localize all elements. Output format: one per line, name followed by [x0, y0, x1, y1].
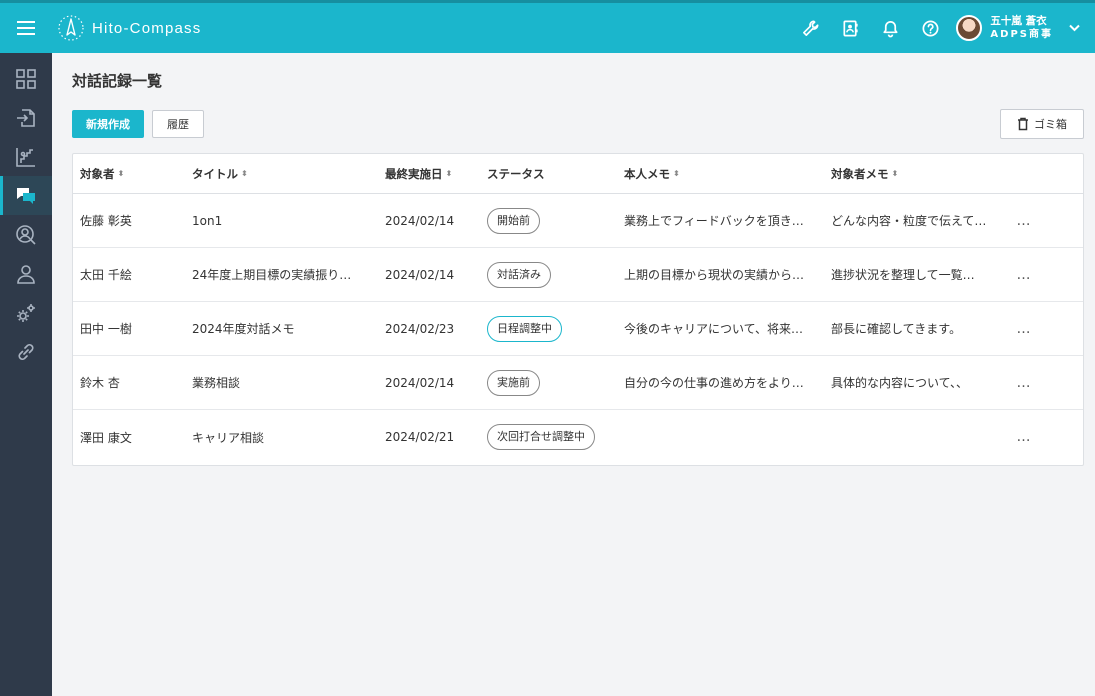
sort-icon: ⬍	[891, 168, 899, 178]
row-target-memo: どんな内容・粒度で伝えて…	[831, 214, 987, 228]
app-header: Hito-Compass 五十嵐 蒼衣 ADPS商事	[0, 0, 1095, 53]
row-target: 佐藤 彰英	[80, 214, 132, 228]
row-self-memo: 上期の目標から現状の実績から…	[624, 268, 805, 282]
table-row[interactable]: 佐藤 彰英 1on1 2024/02/14 開始前 業務上でフィードバックを頂き…	[73, 194, 1083, 248]
row-date: 2024/02/14	[385, 267, 455, 282]
user-icon	[17, 264, 35, 284]
row-date: 2024/02/23	[385, 321, 455, 336]
app-logo[interactable]: Hito-Compass	[56, 13, 201, 43]
row-title: 2024年度対話メモ	[192, 322, 295, 336]
history-button[interactable]: 履歴	[152, 110, 204, 138]
more-horizontal-icon: …	[1016, 429, 1032, 445]
trash-icon	[1018, 117, 1028, 131]
sidebar-item-dashboard[interactable]	[0, 59, 52, 98]
help-icon[interactable]	[910, 3, 950, 53]
dashboard-icon	[16, 68, 36, 89]
sort-icon: ⬍	[117, 168, 125, 178]
bell-icon[interactable]	[870, 3, 910, 53]
row-title: 24年度上期目標の実績振り…	[192, 268, 352, 282]
column-header-date[interactable]: 最終実施日 ⬍	[385, 154, 480, 193]
row-target: 太田 千絵	[80, 268, 132, 282]
growth-chart-icon	[16, 147, 35, 167]
row-self-memo: 自分の今の仕事の進め方をより…	[624, 376, 804, 390]
user-company: ADPS商事	[990, 29, 1053, 40]
row-more-menu-button[interactable]: …	[1009, 356, 1039, 409]
table-row[interactable]: 澤田 康文 キャリア相談 2024/02/21 次回打合せ調整中 …	[73, 410, 1083, 464]
document-export-icon	[17, 108, 35, 127]
status-badge: 開始前	[487, 207, 540, 234]
wrench-icon[interactable]	[790, 3, 830, 53]
status-badge: 次回打合せ調整中	[487, 424, 595, 450]
status-badge: 実施前	[487, 369, 540, 396]
new-record-button[interactable]: 新規作成	[72, 110, 144, 138]
avatar	[956, 15, 983, 41]
row-target-memo: 具体的な内容について、、	[831, 376, 969, 390]
main-content: 対話記録一覧 新規作成 履歴 ゴミ箱 対象者 ⬍ タイトル ⬍ 最終実施日 ⬍ ステー…	[52, 53, 1095, 696]
records-table: 対象者 ⬍ タイトル ⬍ 最終実施日 ⬍ ステータス 本人メモ ⬍ 対象者メモ ⬍ 佐藤 …	[72, 153, 1084, 466]
sidebar-item-users[interactable]	[0, 254, 52, 293]
sidebar-item-dialog-records[interactable]	[0, 176, 52, 215]
row-target-memo: 進捗状況を整理して一覧…	[831, 268, 975, 282]
sort-icon: ⬍	[673, 168, 680, 178]
page-title: 対話記録一覧	[72, 72, 163, 90]
column-header-self-memo[interactable]: 本人メモ ⬍	[624, 154, 822, 193]
sidebar-item-links[interactable]	[0, 332, 52, 371]
menu-icon[interactable]	[0, 3, 52, 53]
row-more-menu-button[interactable]: …	[1009, 302, 1039, 355]
row-date: 2024/02/14	[385, 213, 455, 228]
chat-records-icon	[17, 187, 35, 204]
sidebar	[0, 53, 52, 696]
app-name: Hito-Compass	[92, 19, 202, 37]
sidebar-item-growth[interactable]	[0, 137, 52, 176]
user-menu[interactable]: 五十嵐 蒼衣 ADPS商事	[956, 15, 1053, 41]
sidebar-item-settings[interactable]	[0, 293, 52, 332]
column-header-target[interactable]: 対象者 ⬍	[80, 154, 184, 193]
table-row[interactable]: 田中 一樹 2024年度対話メモ 2024/02/23 日程調整中 今後のキャリ…	[73, 302, 1083, 356]
row-more-menu-button[interactable]: …	[1009, 194, 1039, 247]
row-title: キャリア相談	[192, 430, 265, 445]
settings-gears-icon	[17, 303, 35, 322]
sidebar-item-documents[interactable]	[0, 98, 52, 137]
column-header-target-memo[interactable]: 対象者メモ ⬍	[831, 154, 1011, 193]
row-target: 澤田 康文	[80, 430, 132, 445]
column-header-title[interactable]: タイトル ⬍	[192, 154, 372, 193]
row-self-memo: 今後のキャリアについて、将来…	[624, 322, 804, 336]
status-badge: 対話済み	[487, 261, 551, 288]
row-target: 田中 一樹	[80, 322, 132, 336]
row-title: 業務相談	[192, 376, 241, 390]
user-name: 五十嵐 蒼衣	[990, 15, 1047, 27]
row-title: 1on1	[192, 213, 223, 228]
link-icon	[18, 343, 34, 360]
table-row[interactable]: 鈴木 杏 業務相談 2024/02/14 実施前 自分の今の仕事の進め方をより……	[73, 356, 1083, 410]
row-self-memo: 業務上でフィードバックを頂き…	[624, 214, 804, 228]
row-more-menu-button[interactable]: …	[1009, 248, 1039, 301]
trash-button[interactable]: ゴミ箱	[1000, 109, 1084, 139]
sidebar-item-person-search[interactable]	[0, 215, 52, 254]
more-horizontal-icon: …	[1016, 320, 1032, 337]
compass-logo-icon	[58, 15, 84, 41]
chevron-down-icon[interactable]	[1053, 3, 1095, 53]
more-horizontal-icon: …	[1016, 374, 1032, 391]
row-date: 2024/02/14	[385, 375, 455, 390]
more-horizontal-icon: …	[1016, 212, 1032, 229]
sort-icon: ⬍	[445, 168, 453, 178]
table-row[interactable]: 太田 千絵 24年度上期目標の実績振り… 2024/02/14 対話済み 上期の…	[73, 248, 1083, 302]
row-target: 鈴木 杏	[80, 376, 120, 390]
trash-button-label: ゴミ箱	[1034, 118, 1067, 131]
contact-book-icon[interactable]	[830, 3, 870, 53]
row-more-menu-button[interactable]: …	[1009, 410, 1039, 464]
sort-icon: ⬍	[241, 168, 248, 178]
person-search-icon	[16, 224, 36, 245]
column-header-status: ステータス	[487, 166, 545, 181]
table-header-row: 対象者 ⬍ タイトル ⬍ 最終実施日 ⬍ ステータス 本人メモ ⬍ 対象者メモ ⬍	[73, 154, 1083, 194]
status-badge: 日程調整中	[487, 315, 562, 342]
row-date: 2024/02/21	[385, 430, 455, 444]
more-horizontal-icon: …	[1016, 266, 1032, 283]
row-target-memo: 部長に確認してきます。	[831, 322, 962, 336]
